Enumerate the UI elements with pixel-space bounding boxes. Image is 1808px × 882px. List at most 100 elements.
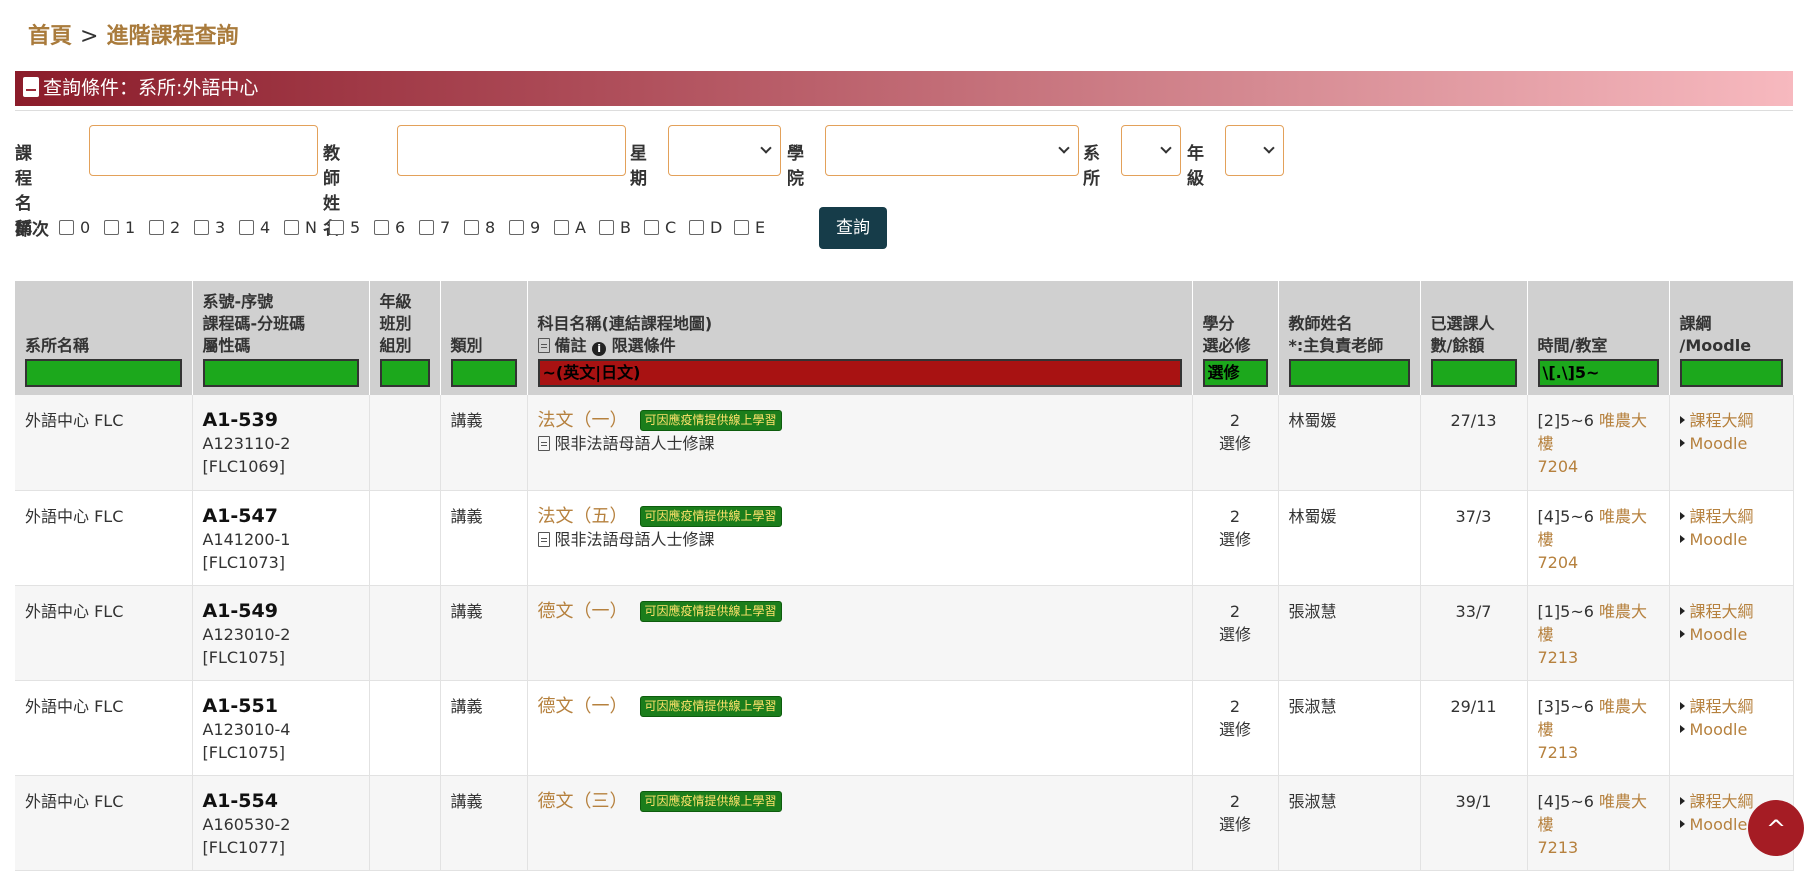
moodle-link[interactable]: Moodle	[1690, 625, 1748, 644]
teacher-name-input[interactable]	[397, 125, 626, 176]
cell-teacher: 林蜀媛	[1278, 395, 1421, 491]
book-icon	[23, 77, 39, 97]
checkbox[interactable]	[644, 219, 659, 235]
filter-enroll-input[interactable]	[1430, 359, 1517, 387]
course-code: A160530-2	[202, 814, 291, 834]
syllabus-link[interactable]: 課程大綱	[1690, 411, 1754, 430]
filter-time-input[interactable]: \[.\]5~	[1537, 359, 1659, 387]
course-name-link[interactable]: 法文（一）	[538, 410, 628, 431]
cell-time: [3]5~6 唯農大樓 7213	[1527, 680, 1670, 776]
period-option-label: C	[665, 217, 677, 237]
cell-credit: 2 選修	[1192, 490, 1279, 586]
checkbox[interactable]	[599, 219, 614, 235]
period-option[interactable]: 4	[231, 218, 276, 237]
course-name-link[interactable]: 法文（五）	[538, 506, 628, 527]
classroom-number[interactable]: 7213	[1538, 646, 1659, 669]
classroom-number[interactable]: 7213	[1538, 741, 1659, 764]
course-serial: A1-547	[202, 504, 278, 527]
cell-grade	[369, 585, 441, 681]
checkbox[interactable]	[329, 219, 344, 235]
breadcrumb-current[interactable]: 進階課程查詢	[106, 24, 238, 49]
period-option[interactable]: 0	[51, 218, 96, 237]
grade-label: 年級	[1187, 144, 1204, 189]
syllabus-link[interactable]: 課程大綱	[1690, 792, 1754, 811]
moodle-link[interactable]: Moodle	[1690, 720, 1748, 739]
cell-credit: 2 選修	[1192, 395, 1279, 491]
checkbox[interactable]	[284, 219, 299, 235]
period-option[interactable]: 5	[321, 218, 366, 237]
period-option[interactable]: 2	[141, 218, 186, 237]
period-option[interactable]: 7	[411, 218, 456, 237]
period-option[interactable]: C	[636, 218, 681, 237]
breadcrumb-home-link[interactable]: 首頁	[28, 24, 72, 49]
moodle-link[interactable]: Moodle	[1690, 815, 1748, 834]
checkbox[interactable]	[554, 219, 569, 235]
checkbox[interactable]	[734, 219, 749, 235]
period-option[interactable]: 1	[96, 218, 141, 237]
filter-credit-input[interactable]: 選修	[1202, 359, 1268, 387]
course-name-link[interactable]: 德文（三）	[538, 791, 628, 812]
moodle-link[interactable]: Moodle	[1690, 530, 1748, 549]
filter-code-input[interactable]	[202, 359, 359, 387]
query-condition-text: 查詢條件：系所:外語中心	[43, 77, 259, 99]
checkbox[interactable]	[509, 219, 524, 235]
period-option-label: 0	[80, 217, 91, 237]
header-code: 系號-序號 課程碼-分班碼 屬性碼	[192, 281, 370, 395]
grade-select[interactable]	[1225, 125, 1284, 176]
syllabus-link[interactable]: 課程大綱	[1690, 697, 1754, 716]
syllabus-link[interactable]: 課程大綱	[1690, 507, 1754, 526]
course-name-input[interactable]	[89, 125, 318, 176]
course-note: 限非法語母語人士修課	[537, 528, 1182, 551]
filter-teacher-input[interactable]	[1288, 359, 1410, 387]
weekday-select[interactable]	[668, 125, 781, 176]
filter-grade-input[interactable]	[379, 359, 430, 387]
cell-credit: 2 選修	[1192, 680, 1279, 776]
checkbox[interactable]	[374, 219, 389, 235]
header-time: 時間/教室 \[.\]5~	[1527, 281, 1670, 395]
cell-dept: 外語中心 FLC	[15, 490, 193, 586]
table-row: 外語中心 FLC A1-549 A123010-2 [FLC1075] 講義 德文（一） 可…	[15, 585, 1794, 681]
classroom-number[interactable]: 7204	[1538, 455, 1659, 478]
course-code: A123010-2	[202, 624, 291, 644]
query-button[interactable]: 查詢	[819, 207, 887, 249]
back-to-top-button[interactable]: ^	[1748, 800, 1804, 856]
syllabus-link[interactable]: 課程大綱	[1690, 602, 1754, 621]
period-option[interactable]: 3	[186, 218, 231, 237]
table-row: 外語中心 FLC A1-539 A123110-2 [FLC1069] 講義 法文（一） 可…	[15, 395, 1794, 491]
period-option[interactable]: 8	[456, 218, 501, 237]
cell-code: A1-539 A123110-2 [FLC1069]	[192, 395, 370, 491]
classroom-number[interactable]: 7204	[1538, 551, 1659, 574]
period-option[interactable]: E	[726, 218, 771, 237]
course-table: 系所名稱 系號-序號 課程碼-分班碼 屬性碼 年級 班別 組別 類別 科目名稱(連結課程…	[15, 281, 1794, 871]
cell-subject: 法文（一） 可因應疫情提供線上學習 限非法語母語人士修課	[527, 395, 1193, 491]
course-name-link[interactable]: 德文（一）	[538, 696, 628, 717]
course-name-link[interactable]: 德文（一）	[538, 601, 628, 622]
checkbox[interactable]	[194, 219, 209, 235]
filter-type-input[interactable]	[450, 359, 517, 387]
checkbox[interactable]	[149, 219, 164, 235]
period-option-label: 2	[170, 217, 181, 237]
dept-select[interactable]	[1121, 125, 1181, 176]
checkbox[interactable]	[464, 219, 479, 235]
checkbox[interactable]	[59, 219, 74, 235]
cell-credit: 2 選修	[1192, 775, 1279, 871]
filter-subject-input[interactable]: ~(英文|日文)	[537, 359, 1182, 387]
period-option[interactable]: 6	[366, 218, 411, 237]
period-option[interactable]: D	[681, 218, 726, 237]
filter-dept-input[interactable]	[25, 359, 182, 387]
cell-time: [4]5~6 唯農大樓 7204	[1527, 490, 1670, 586]
checkbox[interactable]	[239, 219, 254, 235]
classroom-number[interactable]: 7213	[1538, 836, 1659, 859]
period-option[interactable]: N	[276, 218, 321, 237]
checkbox[interactable]	[419, 219, 434, 235]
period-option[interactable]: A	[546, 218, 591, 237]
period-option[interactable]: B	[591, 218, 636, 237]
period-option[interactable]: 9	[501, 218, 546, 237]
checkbox[interactable]	[104, 219, 119, 235]
moodle-link[interactable]: Moodle	[1690, 434, 1748, 453]
filter-syllabus-input[interactable]	[1679, 359, 1783, 387]
cell-enroll: 39/1	[1420, 775, 1528, 871]
period-option-label: B	[620, 217, 631, 237]
college-select[interactable]	[825, 125, 1079, 176]
checkbox[interactable]	[689, 219, 704, 235]
